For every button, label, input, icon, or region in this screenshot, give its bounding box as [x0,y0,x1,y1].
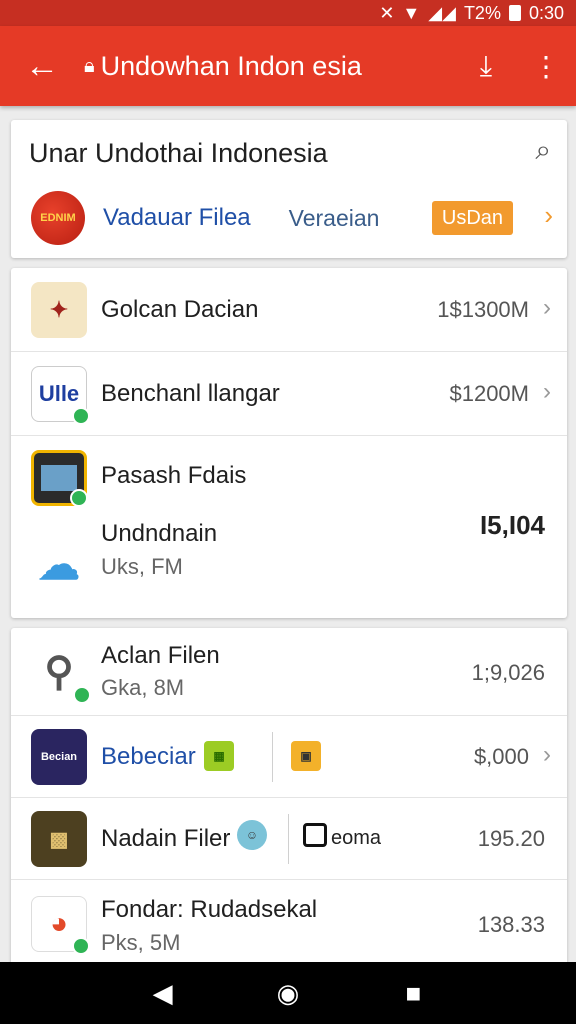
circle-home-icon: ◉ [276,977,300,1008]
battery-icon [508,5,521,21]
verified-badge-icon [72,937,90,955]
arrow-left-icon: ← [25,46,59,85]
file-list-card-2: ⚲ Aclan Filen Gka, 8M 1;9,026 Becian Beb… [11,628,567,968]
divider [288,814,289,864]
download-button[interactable]: ⤓ [456,26,516,106]
crest-app-icon: ✦ [31,282,87,338]
list-item[interactable]: ✦ Golcan Dacian 1$1300M › [11,268,567,352]
status-bar: ✕ ▼ ◢◢ T2% 0:30 [0,0,576,26]
clock: 0:30 [528,2,564,23]
list-item[interactable]: Ulle Benchanl llangar $1200M › [11,352,567,436]
nav-recent-button[interactable]: ■ [383,968,443,1018]
item-price: $1200M [449,381,529,406]
signal-icon: ◢◢ [428,2,456,23]
square-recent-icon: ■ [405,977,422,1008]
item-price: 195.20 [477,826,545,851]
nfc-icon: ✕ [379,2,395,23]
search-app-icon: ⚲ [31,644,91,704]
chevron-right-icon: › [543,378,551,405]
item-name: Pasash Fdais [101,462,247,489]
verified-badge-icon [73,686,91,704]
tag-icon: ▦ [204,741,234,771]
item-price: 1$1300M [437,297,529,322]
item-price: 1;9,026 [471,660,545,685]
card-title: Unar Undothai Indonesia [29,138,328,168]
system-nav-bar: ◀ ◉ ■ [0,962,576,1024]
magnifier-icon: ⚲ [44,650,74,694]
list-item[interactable]: ◕ Fondar: Rudadsekal Pks, 5M 138.33 [11,880,567,968]
lock-icon: 🔒︎ [84,54,95,77]
file-list-card: ✦ Golcan Dacian 1$1300M › Ulle Benchanl … [11,268,567,618]
chevron-right-icon: › [543,294,551,321]
cloud-app-icon: ☁ [38,540,80,588]
download-icon: ⤓ [479,49,493,81]
game-app-icon: Becian [31,729,87,785]
network-text: T2% [463,2,501,23]
item-price: $,000 [473,744,529,769]
chevron-right-icon: › [543,741,551,768]
item-name: Golcan Dacian [101,296,259,323]
back-button[interactable]: ← [0,26,84,106]
nav-home-button[interactable]: ◉ [258,968,318,1018]
app-logo: EDNIM [31,191,85,245]
version-label: Veraeian [288,204,380,231]
verified-badge-icon [72,407,90,425]
header-app-row: EDNIM Vadauar Filea Veraeian UsDan › [11,188,567,248]
item-price: I5,I04 [479,510,545,540]
item-extra: eoma [331,827,382,849]
item-name: Aclan Filen [101,642,220,669]
wifi-icon: ▼ [402,2,421,23]
avatar-icon: ☺ [237,820,267,850]
list-item[interactable]: ▩ Nadain Filer ☺ eoma 195.20 [11,798,567,880]
chevron-right-icon[interactable]: › [544,200,553,231]
more-vertical-icon: ⋮ [532,50,560,82]
square-icon [303,823,327,847]
nav-back-button[interactable]: ◀ [133,968,193,1018]
header-card: Unar Undothai Indonesia ⌕ EDNIM Vadauar … [11,120,567,258]
verified-badge-icon [70,489,88,507]
triangle-back-icon: ◀ [152,977,173,1008]
more-options-button[interactable]: ⋮ [516,26,576,106]
item-name: Fondar: Rudadsekal [101,896,318,923]
download-action-button[interactable]: UsDan [432,201,513,235]
files-link[interactable]: Vadauar Filea [103,204,251,232]
tablet-app-icon [31,450,88,507]
list-item-group[interactable]: Pasash Fdais ☁ Undndnain Uks, FM I5,I04 [11,436,567,618]
item-name: Nadain Filer [101,825,231,852]
item-name: Undndnain [101,520,218,547]
screen-icon [41,465,77,491]
list-item[interactable]: ⚲ Aclan Filen Gka, 8M 1;9,026 [11,628,567,716]
app-bar: ← 🔒︎ Undowhan Indon esia ⤓ ⋮ [0,26,576,106]
item-price: 138.33 [477,912,545,937]
shape-icon: ◕ [49,907,69,940]
fonts-app-icon: ◕ [31,896,90,955]
item-subtitle: Gka, 8M [101,675,185,700]
icon-label: Ulle [38,381,80,406]
tag-icon: ▣ [291,741,321,771]
item-subtitle: Uks, FM [101,554,183,579]
icon-label: Becian [40,751,78,763]
item-subtitle: Pks, 5M [101,930,181,955]
photo-app-icon: ▩ [31,811,87,867]
page-title: Undowhan Indon esia [100,50,362,81]
item-name: Bebeciar [101,743,196,770]
search-icon[interactable]: ⌕ [535,134,551,167]
divider [272,732,273,782]
item-name: Benchanl llangar [101,380,280,407]
list-item[interactable]: Becian Bebeciar ▦ ▣ $,000 › [11,716,567,798]
ulle-app-icon: Ulle [31,366,90,425]
